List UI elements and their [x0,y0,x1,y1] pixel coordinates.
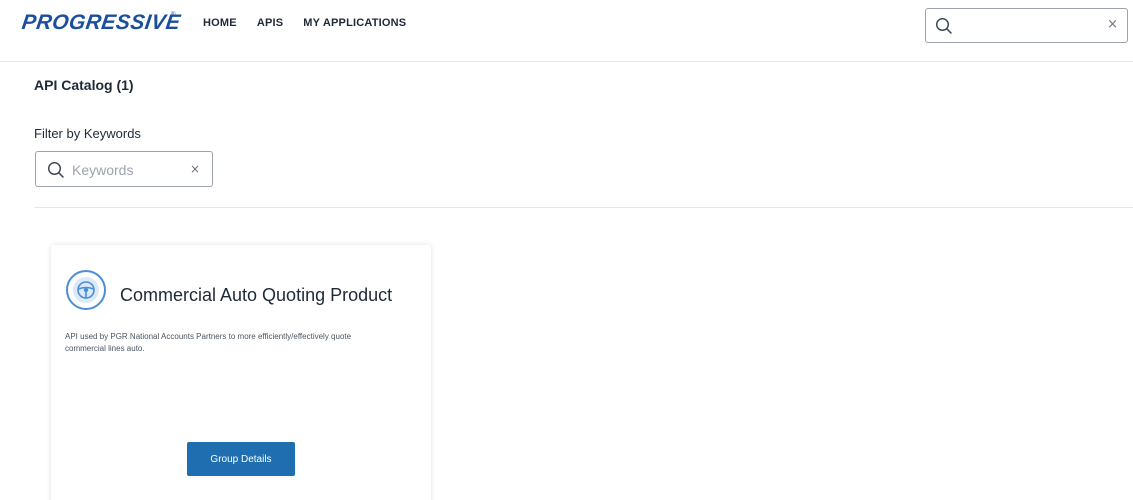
keyword-filter-input[interactable] [72,159,182,181]
header-divider [0,61,1133,62]
group-details-button[interactable]: Group Details [187,442,295,476]
keyword-filter-box: × [35,151,213,187]
logo-trademark: ® [171,12,176,18]
header-search-box: × [925,8,1128,43]
card-description: API used by PGR National Accounts Partne… [65,332,352,353]
page-title: API Catalog (1) [34,77,134,93]
top-header: PROGRESSIVE ® HOME APIS MY APPLICATIONS … [0,0,1133,50]
progressive-logo[interactable]: PROGRESSIVE [20,11,182,35]
nav-apis[interactable]: APIS [257,17,283,29]
nav-my-applications[interactable]: MY APPLICATIONS [303,17,406,29]
section-divider [34,207,1133,208]
card-title[interactable]: Commercial Auto Quoting Product [120,285,392,306]
search-icon [47,161,65,184]
header-search-input[interactable] [962,15,1102,37]
nav-home[interactable]: HOME [203,17,237,29]
search-icon [935,17,953,40]
clear-search-icon[interactable]: × [1107,17,1118,32]
api-card: Commercial Auto Quoting Product API used… [51,245,431,500]
clear-filter-icon[interactable]: × [190,162,200,176]
main-nav: HOME APIS MY APPLICATIONS [203,17,406,29]
filter-label: Filter by Keywords [34,126,141,141]
steering-wheel-icon [66,270,106,310]
